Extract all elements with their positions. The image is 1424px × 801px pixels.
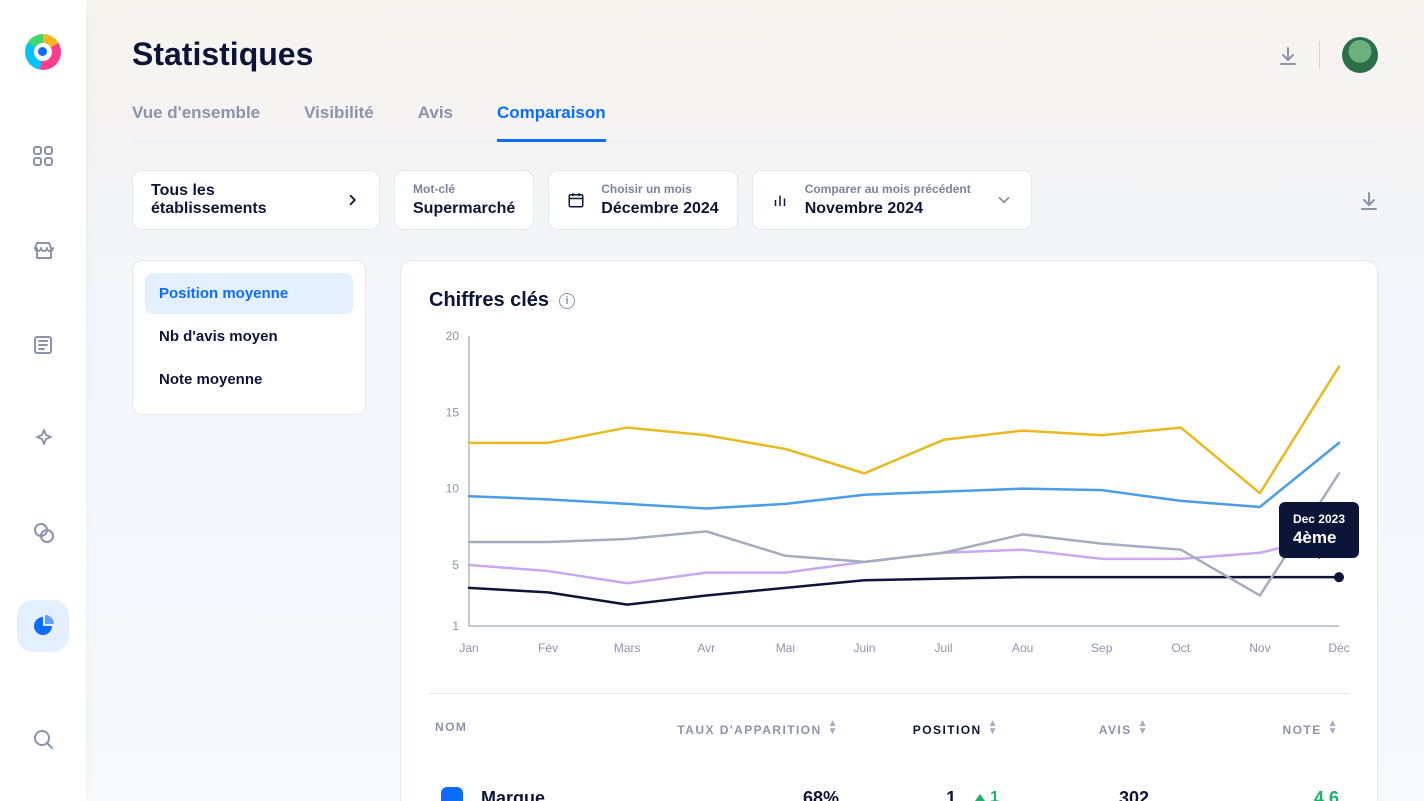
storefront-icon: [32, 239, 54, 261]
svg-text:1: 1: [452, 619, 459, 633]
tooltip-label: Dec 2023: [1293, 512, 1345, 526]
main-content: Statistiques Vue d'ensemble Visibilité A…: [86, 0, 1424, 801]
metric-position[interactable]: Position moyenne: [145, 273, 353, 314]
metric-reviews[interactable]: Nb d'avis moyen: [145, 316, 353, 357]
table-row[interactable]: Marque 68% 1 1 302 4,6: [429, 763, 1349, 801]
row-avis: 302: [999, 788, 1149, 801]
th-avis[interactable]: AVIS▲▼: [999, 720, 1149, 737]
sort-icon: ▲▼: [1138, 720, 1149, 736]
nav-store[interactable]: [17, 224, 69, 276]
nav-stats[interactable]: [17, 600, 69, 652]
row-taux: 68%: [649, 788, 839, 801]
svg-text:Avr: Avr: [697, 641, 715, 655]
svg-text:Déc: Déc: [1328, 641, 1349, 655]
tab-reviews[interactable]: Avis: [418, 103, 453, 141]
svg-text:15: 15: [446, 405, 460, 419]
metric-side-menu: Position moyenne Nb d'avis moyen Note mo…: [132, 260, 366, 415]
svg-text:20: 20: [446, 329, 460, 343]
user-avatar[interactable]: [1342, 37, 1378, 73]
search-icon: [32, 728, 54, 750]
sidebar-rail: [0, 0, 86, 801]
tab-overview[interactable]: Vue d'ensemble: [132, 103, 260, 141]
chat-icon: [32, 521, 54, 543]
sparkle-icon: [32, 427, 54, 449]
sort-icon: ▲▼: [1328, 720, 1339, 736]
nav-news[interactable]: [17, 318, 69, 370]
row-name: Marque: [481, 788, 545, 801]
tabs: Vue d'ensemble Visibilité Avis Comparais…: [132, 103, 1378, 142]
filter-month[interactable]: Choisir un mois Décembre 2024: [548, 170, 737, 230]
sort-icon: ▲▼: [828, 720, 839, 736]
svg-text:Jan: Jan: [459, 641, 478, 655]
th-nom[interactable]: NOM: [429, 720, 649, 737]
compare-value: Novembre 2024: [805, 201, 971, 217]
chart-card: Chiffres clés i 15101520JanFévMarsAvrMai…: [400, 260, 1378, 801]
calendar-icon: [567, 191, 585, 209]
svg-text:Fév: Fév: [538, 641, 558, 655]
th-taux[interactable]: TAUX D'APPARITION▲▼: [649, 720, 839, 737]
metric-rating[interactable]: Note moyenne: [145, 359, 353, 400]
svg-text:Aou: Aou: [1012, 641, 1033, 655]
keyword-value: Supermarché: [413, 201, 515, 217]
nav-reviews[interactable]: [17, 412, 69, 464]
svg-text:Oct: Oct: [1171, 641, 1190, 655]
newspaper-icon: [32, 333, 54, 355]
th-note[interactable]: NOTE▲▼: [1149, 720, 1349, 737]
results-table: NOM TAUX D'APPARITION▲▼ POSITION▲▼ AVIS▲…: [429, 693, 1349, 801]
filter-keyword[interactable]: Mot-clé Supermarché: [394, 170, 534, 230]
svg-text:5: 5: [452, 558, 459, 572]
month-label: Choisir un mois: [601, 183, 718, 195]
chevron-down-icon: [995, 191, 1013, 209]
chevron-right-icon: [344, 191, 361, 209]
keyword-label: Mot-clé: [413, 183, 515, 195]
row-note: 4,6: [1149, 788, 1349, 801]
export-button[interactable]: [1358, 190, 1378, 210]
row-delta: 1: [974, 789, 999, 801]
month-value: Décembre 2024: [601, 201, 718, 217]
chart-title: Chiffres clés: [429, 289, 549, 312]
pie-chart-icon: [32, 615, 54, 637]
nav-dashboard[interactable]: [17, 130, 69, 182]
sort-icon: ▲▼: [988, 720, 999, 736]
table-header: NOM TAUX D'APPARITION▲▼ POSITION▲▼ AVIS▲…: [429, 694, 1349, 763]
info-icon[interactable]: i: [559, 293, 575, 309]
svg-text:Nov: Nov: [1249, 641, 1270, 655]
app-logo: [25, 34, 61, 70]
grid-icon: [32, 145, 54, 167]
tab-comparison[interactable]: Comparaison: [497, 103, 606, 142]
filter-establishments[interactable]: Tous les établissements: [132, 170, 380, 230]
line-chart: 15101520JanFévMarsAvrMaiJuinJuilAouSepOc…: [429, 326, 1349, 666]
download-icon: [1277, 45, 1297, 65]
chart-area: 15101520JanFévMarsAvrMaiJuinJuilAouSepOc…: [429, 326, 1349, 671]
download-icon: [1358, 190, 1378, 210]
download-button[interactable]: [1277, 45, 1297, 65]
establishments-value: Tous les établissements: [151, 182, 328, 218]
th-position[interactable]: POSITION▲▼: [839, 720, 999, 737]
divider: [1319, 41, 1320, 69]
svg-text:Mars: Mars: [614, 641, 641, 655]
row-position: 1: [946, 788, 956, 801]
svg-text:Juil: Juil: [935, 641, 953, 655]
page-title: Statistiques: [132, 36, 313, 73]
caret-up-icon: [974, 792, 986, 801]
brand-color-swatch: [441, 787, 463, 801]
svg-text:Sep: Sep: [1091, 641, 1113, 655]
tab-visibility[interactable]: Visibilité: [304, 103, 374, 141]
filter-compare[interactable]: Comparer au mois précédent Novembre 2024: [752, 170, 1032, 230]
nav-chat[interactable]: [17, 506, 69, 558]
bar-chart-icon: [771, 191, 789, 209]
svg-text:10: 10: [446, 482, 460, 496]
svg-text:Mai: Mai: [776, 641, 795, 655]
compare-label: Comparer au mois précédent: [805, 183, 971, 195]
chart-tooltip: Dec 2023 4ème: [1279, 502, 1359, 558]
tooltip-value: 4ème: [1293, 528, 1345, 548]
nav-search[interactable]: [17, 713, 69, 765]
svg-text:Juin: Juin: [853, 641, 875, 655]
